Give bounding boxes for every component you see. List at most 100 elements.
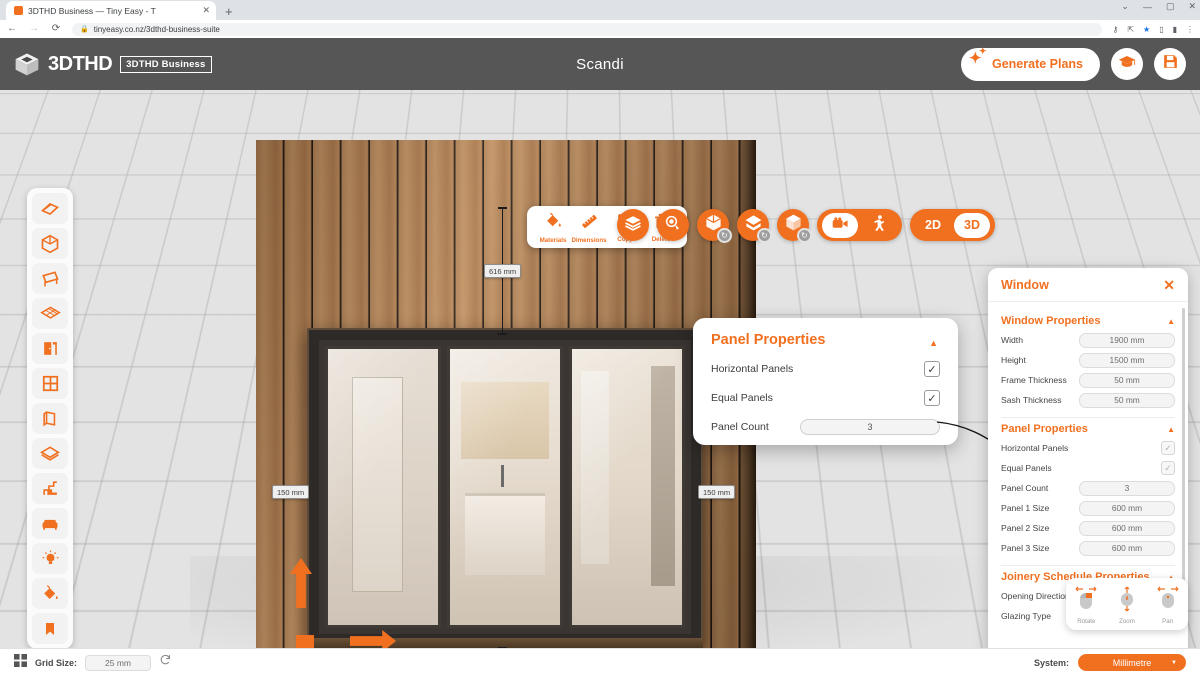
nav-zoom[interactable]: Zoom (1109, 586, 1145, 625)
forward-icon[interactable]: → (28, 24, 40, 34)
system-label: System: (1033, 657, 1069, 668)
stairs-icon (41, 479, 60, 498)
box-refresh-badge[interactable]: ↻ (717, 228, 732, 243)
new-tab-button[interactable]: + (225, 5, 233, 20)
layers-button[interactable] (617, 209, 649, 241)
sidebar-item-floor-tool[interactable] (32, 298, 68, 329)
left-tool-rail (27, 188, 73, 649)
sidebar-item-window-tool[interactable] (32, 368, 68, 399)
glass-reflection-2 (450, 349, 560, 625)
dimension-label-right[interactable]: 150 mm (698, 485, 736, 499)
panel-scrollbar[interactable] (1182, 308, 1185, 608)
generate-plans-label: Generate Plans (991, 57, 1083, 71)
section-window-properties[interactable]: Window Properties ▲ (1001, 315, 1175, 327)
sidebar-item-room-tool[interactable] (32, 228, 68, 259)
sidebar-item-roof-tool[interactable] (32, 193, 68, 224)
measure-button[interactable] (657, 209, 689, 241)
box-view-button[interactable]: ↻ (697, 209, 732, 243)
dimensions-button[interactable]: Dimensions (571, 212, 607, 244)
checkbox-horizontal-panels[interactable]: ✓ (1161, 441, 1175, 455)
sidebar-item-lighting-tool[interactable] (32, 543, 68, 574)
share-icon[interactable]: ⇱ (1127, 25, 1134, 34)
dimension-label-top[interactable]: 616 mm (484, 264, 522, 278)
window-object[interactable] (307, 328, 703, 652)
wall-icon (41, 409, 60, 428)
walk-mode-button[interactable] (861, 213, 897, 238)
input-sash-thickness[interactable]: 50 mm (1079, 392, 1175, 408)
popup-row-horizontal-panels: Horizontal Panels ✓ (711, 361, 940, 377)
tab-close-icon[interactable]: ✕ (202, 6, 210, 15)
sidebar-item-stairs-tool[interactable] (32, 473, 68, 504)
reload-icon[interactable]: ⟳ (50, 24, 62, 34)
profile-icon[interactable]: ▮ (1173, 25, 1177, 34)
popup-collapse-caret-icon[interactable]: ▲ (929, 338, 938, 348)
grid-size-input[interactable]: 25 mm (85, 654, 152, 671)
graduation-cap-icon (1118, 53, 1136, 76)
layers-icon (624, 214, 642, 237)
label-panel-2-size: Panel 2 Size (1001, 523, 1050, 533)
sidebar-item-furniture-tool[interactable] (32, 508, 68, 539)
input-panel-2-size[interactable]: 600 mm (1079, 520, 1175, 536)
camera-mode-button[interactable] (822, 212, 858, 238)
popup-checkbox-equal-panels[interactable]: ✓ (924, 390, 940, 406)
room-icon (40, 234, 60, 254)
save-button[interactable] (1154, 48, 1186, 80)
sidebar-item-door-tool[interactable] (32, 333, 68, 364)
roof-view-button[interactable]: ↻ (737, 209, 772, 243)
reset-icon[interactable] (159, 653, 173, 672)
side-panel-icon[interactable]: ▯ (1159, 25, 1163, 34)
view-toolbar: ↻ ↻ ↻ 2D 3D (617, 209, 995, 243)
sidebar-item-wall-tool[interactable] (32, 403, 68, 434)
browser-menu-icon[interactable]: ⋮ (1186, 25, 1194, 34)
popup-checkbox-horizontal-panels[interactable]: ✓ (924, 361, 940, 377)
input-height[interactable]: 1500 mm (1079, 352, 1175, 368)
logo-text: 3DTHD (48, 52, 113, 75)
window-pane-3[interactable] (569, 346, 685, 628)
generate-plans-button[interactable]: ✦ ✦ Generate Plans (960, 46, 1100, 81)
close-icon[interactable]: ✕ (1163, 278, 1175, 292)
label-opening-direction: Opening Direction (1001, 591, 1070, 601)
mode-2d-button[interactable]: 2D (915, 213, 951, 238)
nav-rotate[interactable]: Rotate (1068, 586, 1104, 625)
popup-label-horizontal-panels: Horizontal Panels (711, 363, 794, 375)
window-pane-2[interactable] (447, 346, 563, 628)
mode-3d-button[interactable]: 3D (954, 212, 990, 238)
input-width[interactable]: 1900 mm (1079, 332, 1175, 348)
nav-pan[interactable]: Pan (1150, 586, 1186, 625)
cube-view-button[interactable]: ↻ (777, 209, 812, 243)
section-caret-panel-properties[interactable]: ▲ (1167, 425, 1175, 434)
tutorial-button[interactable] (1111, 48, 1143, 80)
input-panel-3-size[interactable]: 600 mm (1079, 540, 1175, 556)
checkbox-equal-panels[interactable]: ✓ (1161, 461, 1175, 475)
sidebar-item-deck-tool[interactable] (32, 263, 68, 294)
materials-button[interactable]: Materials (536, 212, 570, 244)
chevron-down-icon[interactable]: ⌄ (1121, 1, 1129, 12)
input-panel-1-size[interactable]: 600 mm (1079, 500, 1175, 516)
panel-properties-popup: Panel Properties ▲ Horizontal Panels ✓ E… (693, 318, 958, 445)
system-select[interactable]: Millimetre ▼ (1078, 654, 1186, 671)
window-pane-1[interactable] (325, 346, 441, 628)
sidebar-item-bookmark-tool[interactable] (32, 613, 68, 644)
dimension-label-left[interactable]: 150 mm (272, 485, 310, 499)
browser-tab[interactable]: 3DTHD Business — Tiny Easy - T ✕ (6, 1, 216, 20)
input-panel-count[interactable]: 3 (1079, 480, 1175, 496)
maximize-button[interactable]: ▢ (1166, 1, 1175, 12)
window-frame (319, 340, 691, 634)
sidebar-item-paint-tool[interactable] (32, 578, 68, 609)
section-caret-window-properties[interactable]: ▲ (1167, 317, 1175, 326)
back-icon[interactable]: ← (6, 24, 18, 34)
cube-refresh-badge[interactable]: ↻ (797, 228, 812, 243)
section-panel-properties[interactable]: Panel Properties ▲ (1001, 423, 1175, 435)
bookmark-star-icon[interactable]: ★ (1143, 25, 1150, 34)
popup-input-panel-count[interactable]: 3 (800, 419, 940, 435)
address-bar[interactable]: 🔒 tinyeasy.co.nz/3dthd-business-suite (72, 22, 1103, 36)
input-frame-thickness[interactable]: 50 mm (1079, 372, 1175, 388)
close-window-button[interactable]: ✕ (1188, 1, 1196, 12)
app-logo[interactable]: 3DTHD (14, 51, 113, 77)
roof-refresh-badge[interactable]: ↻ (757, 228, 772, 243)
viewport[interactable]: 616 mm 150 mm 150 mm 500 mm (0, 90, 1200, 676)
key-icon[interactable]: ⚷ (1112, 25, 1118, 34)
field-row-panel-count: Panel Count 3 (1001, 478, 1175, 498)
minimize-button[interactable]: — (1143, 2, 1152, 12)
sidebar-item-slab-tool[interactable] (32, 438, 68, 469)
